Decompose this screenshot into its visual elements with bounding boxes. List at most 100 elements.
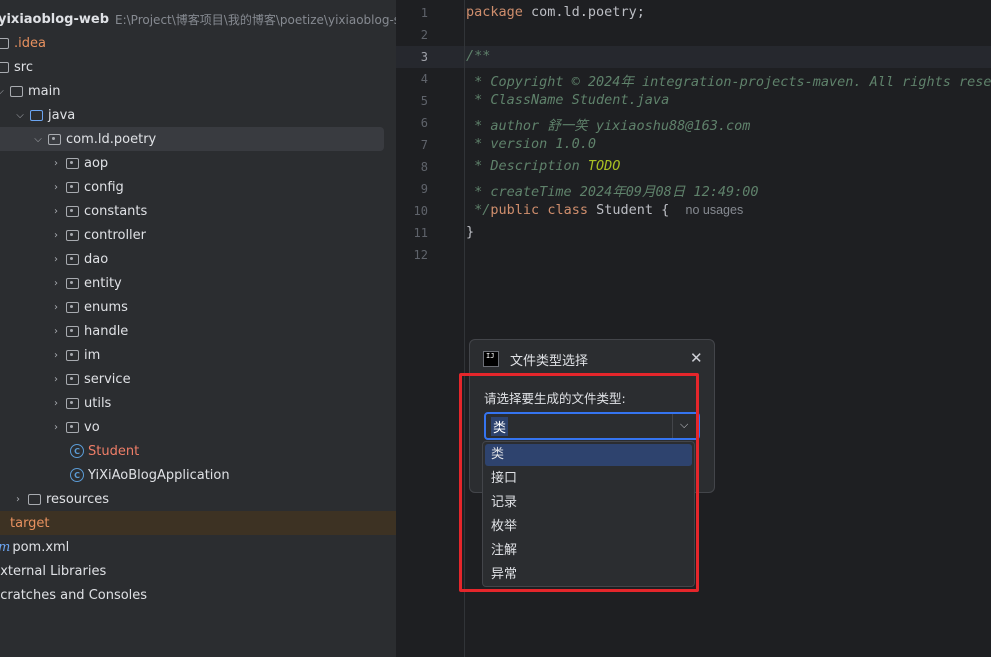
chevron-right-icon[interactable]: › — [50, 325, 62, 337]
tree-item-label: utils — [84, 395, 112, 411]
line-number: 7 — [420, 138, 428, 152]
file-type-option[interactable]: 类 — [485, 444, 692, 466]
maven-icon: m — [0, 540, 10, 555]
code-line-6[interactable]: * author 舒一笑 yixiaoshu88@163.com — [466, 114, 750, 134]
line-number: 12 — [413, 248, 428, 262]
tree-item-subpackage[interactable]: › enums — [0, 295, 396, 319]
package-icon — [66, 229, 79, 241]
chevron-right-icon[interactable]: › — [50, 421, 62, 433]
tree-item-label: config — [84, 179, 124, 195]
package-icon — [66, 325, 79, 337]
tree-item-label: im — [84, 347, 101, 363]
code-line-8[interactable]: * Description TODO — [466, 158, 620, 174]
file-type-options-popup: 类接口 记录 枚举 注解 异常 — [482, 441, 695, 587]
package-name: com.ld.poetry; — [522, 4, 645, 20]
tree-item-label: service — [84, 371, 131, 387]
tree-item-label: enums — [84, 299, 128, 315]
chevron-down-icon[interactable]: ⌵ — [680, 418, 688, 432]
chevron-right-icon[interactable]: › — [50, 349, 62, 361]
tree-item-label: constants — [84, 203, 148, 219]
line-number: 1 — [420, 6, 428, 20]
tree-item-subpackage[interactable]: › controller — [0, 223, 396, 247]
tree-item-target[interactable]: target — [0, 511, 396, 535]
tree-item-scratches[interactable]: Scratches and Consoles — [0, 583, 396, 607]
tree-item-subpackage[interactable]: › config — [0, 175, 396, 199]
tree-item-label: target — [10, 515, 50, 531]
code-line-1[interactable]: package com.ld.poetry; — [466, 4, 645, 20]
chevron-right-icon[interactable]: › — [50, 205, 62, 217]
tree-item-label: com.ld.poetry — [66, 131, 157, 147]
keyword-public: public — [490, 202, 540, 218]
tree-item-label: controller — [84, 227, 147, 243]
tree-item-subpackage[interactable]: › im — [0, 343, 396, 367]
tree-item-label: External Libraries — [0, 563, 107, 579]
tree-item-subpackage[interactable]: › constants — [0, 199, 396, 223]
folder-icon — [10, 85, 23, 97]
tree-item-subpackage[interactable]: › handle — [0, 319, 396, 343]
folder-icon — [0, 37, 9, 49]
chevron-right-icon[interactable]: › — [50, 277, 62, 289]
tree-item-resources[interactable]: › resources — [0, 487, 396, 511]
tree-item-subpackage[interactable]: › service — [0, 367, 396, 391]
file-type-option[interactable]: 记录 — [485, 492, 692, 514]
package-icon — [66, 205, 79, 217]
tree-item-idea[interactable]: .idea — [0, 31, 396, 55]
package-icon — [66, 373, 79, 385]
chevron-right-icon[interactable]: › — [50, 301, 62, 313]
code-line-5[interactable]: * ClassName Student.java — [466, 92, 669, 108]
tree-item-package[interactable]: ⌵ com.ld.poetry — [0, 127, 384, 151]
tree-item-pom[interactable]: m pom.xml — [0, 535, 396, 559]
tree-item-subpackage[interactable]: › utils — [0, 391, 396, 415]
line-number: 5 — [420, 94, 428, 108]
file-type-option[interactable]: 接口 — [485, 468, 692, 490]
code-line-3[interactable]: /** — [466, 48, 490, 64]
tree-item-label: src — [14, 59, 33, 75]
line-number: 2 — [420, 28, 428, 42]
chevron-right-icon[interactable]: › — [50, 253, 62, 265]
chevron-right-icon[interactable]: › — [50, 397, 62, 409]
open-brace: { — [653, 202, 670, 218]
tree-item-application[interactable]: C YiXiAoBlogApplication — [0, 463, 396, 487]
tree-item-subpackage[interactable]: › vo — [0, 415, 396, 439]
chevron-right-icon[interactable]: › — [50, 229, 62, 241]
code-line-11[interactable]: } — [466, 224, 474, 240]
package-icon — [66, 253, 79, 265]
combobox-divider — [672, 414, 673, 438]
chevron-down-icon[interactable]: ⌵ — [14, 109, 26, 121]
tree-item-src[interactable]: src — [0, 55, 396, 79]
file-type-combobox[interactable]: 类 ⌵ — [484, 412, 700, 440]
tree-item-project[interactable]: yixiaoblog-web E:\Project\博客项目\我的博客\poet… — [0, 7, 396, 31]
file-type-option[interactable]: 异常 — [485, 564, 692, 586]
close-icon[interactable]: ✕ — [690, 349, 703, 367]
file-type-option[interactable]: 注解 — [485, 540, 692, 562]
code-line-7[interactable]: * version 1.0.0 — [466, 136, 596, 152]
package-icon — [66, 301, 79, 313]
tree-item-subpackage[interactable]: › entity — [0, 271, 396, 295]
line-number: 11 — [413, 226, 428, 240]
tree-item-java[interactable]: ⌵ java — [0, 103, 396, 127]
chevron-right-icon[interactable]: › — [50, 157, 62, 169]
tree-item-subpackage[interactable]: › aop — [0, 151, 396, 175]
chevron-down-icon[interactable]: ⌵ — [32, 133, 44, 145]
file-type-option[interactable]: 枚举 — [485, 516, 692, 538]
usages-hint[interactable]: no usages — [686, 203, 744, 217]
package-icon — [66, 157, 79, 169]
tree-item-label: entity — [84, 275, 122, 291]
tree-item-external-libraries[interactable]: External Libraries — [0, 559, 396, 583]
chevron-right-icon[interactable]: › — [50, 181, 62, 193]
tree-item-label: resources — [46, 491, 110, 507]
tree-item-main[interactable]: ⌵ main — [0, 79, 396, 103]
project-name: yixiaoblog-web — [0, 11, 110, 27]
chevron-right-icon[interactable]: › — [12, 493, 24, 505]
dialog-prompt: 请选择要生成的文件类型: — [484, 391, 626, 406]
chevron-down-icon[interactable]: ⌵ — [0, 85, 6, 97]
tree-item-student[interactable]: C Student — [0, 439, 396, 463]
code-line-4[interactable]: * Copyright © 2024年 integration-projects… — [466, 70, 991, 90]
code-line-9[interactable]: * createTime 2024年09月08日 12:49:00 — [466, 180, 758, 200]
chevron-right-icon[interactable]: › — [50, 373, 62, 385]
combobox-value: 类 — [491, 417, 509, 436]
code-line-10[interactable]: */public class Student { no usages — [466, 202, 743, 218]
package-icon — [66, 181, 79, 193]
tree-item-subpackage[interactable]: › dao — [0, 247, 396, 271]
folder-icon — [0, 61, 9, 73]
